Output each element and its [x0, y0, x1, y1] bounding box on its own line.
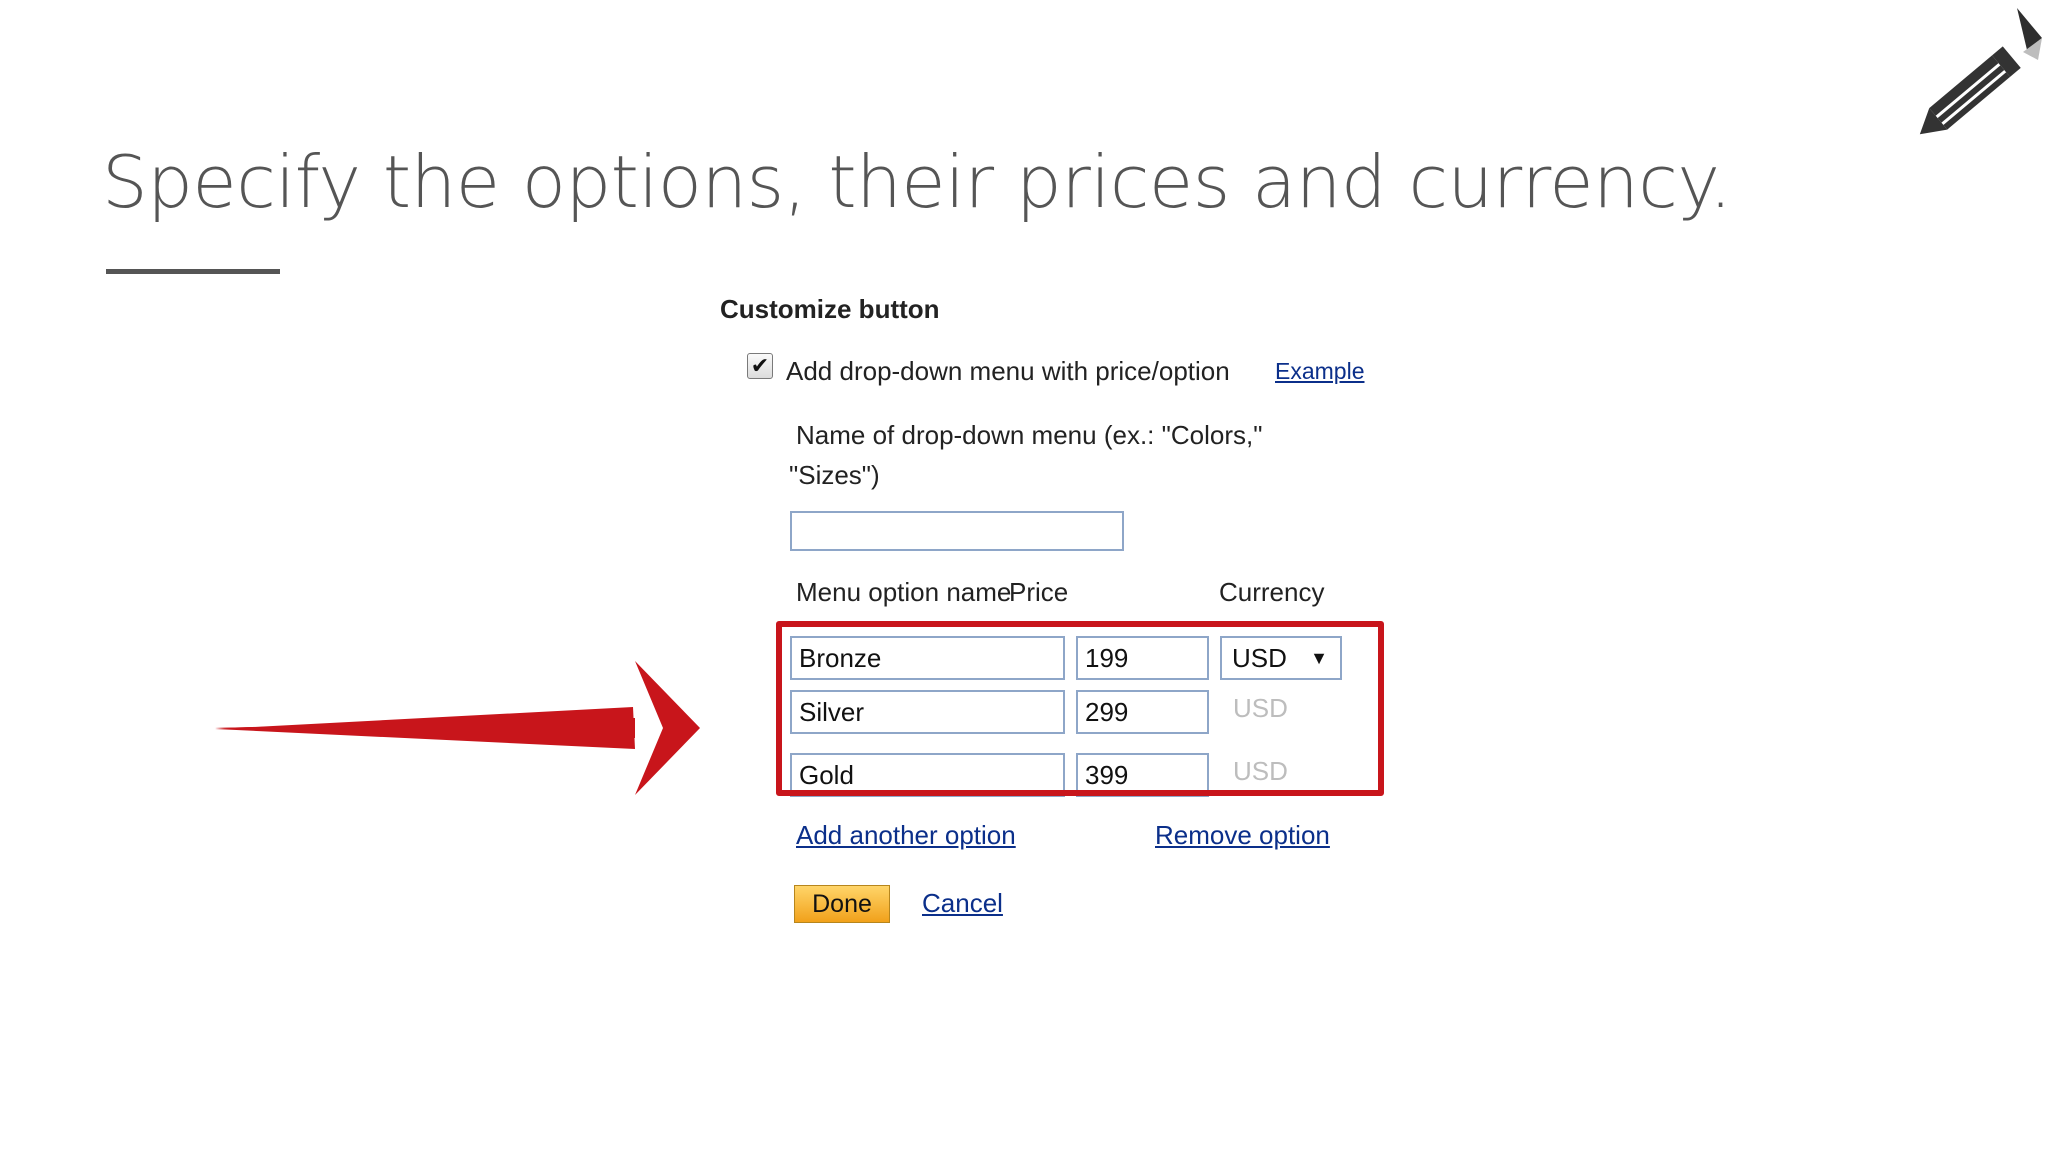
menu-name-input[interactable] [790, 511, 1124, 551]
red-arrow-icon [215, 661, 700, 795]
menu-name-label-line2: "Sizes") [789, 460, 880, 490]
highlight-box [776, 621, 1384, 796]
header-option-name: Menu option name [796, 577, 1012, 607]
checkbox-label: Add drop-down menu with price/option [786, 356, 1230, 386]
title-underline [106, 269, 280, 274]
cancel-link[interactable]: Cancel [922, 888, 1003, 919]
slide-title: Specify the options, their prices and cu… [102, 140, 1732, 224]
menu-name-label: Name of drop-down menu (ex.: "Colors," "… [789, 415, 1296, 495]
add-option-link[interactable]: Add another option [796, 820, 1016, 851]
header-price: Price [1009, 577, 1069, 607]
example-link[interactable]: Example [1275, 358, 1364, 385]
checkmark-icon: ✔ [750, 353, 770, 378]
customize-button-panel: Customize button ✔ Add drop-down menu wi… [710, 285, 1410, 935]
pencil-icon [1919, 8, 2042, 135]
header-currency: Currency [1219, 577, 1325, 607]
section-title: Customize button [720, 294, 940, 324]
menu-name-label-line1: Name of drop-down menu (ex.: "Colors," [796, 420, 1263, 450]
dropdown-menu-checkbox[interactable]: ✔ [747, 353, 773, 379]
done-button[interactable]: Done [794, 885, 890, 923]
remove-option-link[interactable]: Remove option [1155, 820, 1330, 851]
